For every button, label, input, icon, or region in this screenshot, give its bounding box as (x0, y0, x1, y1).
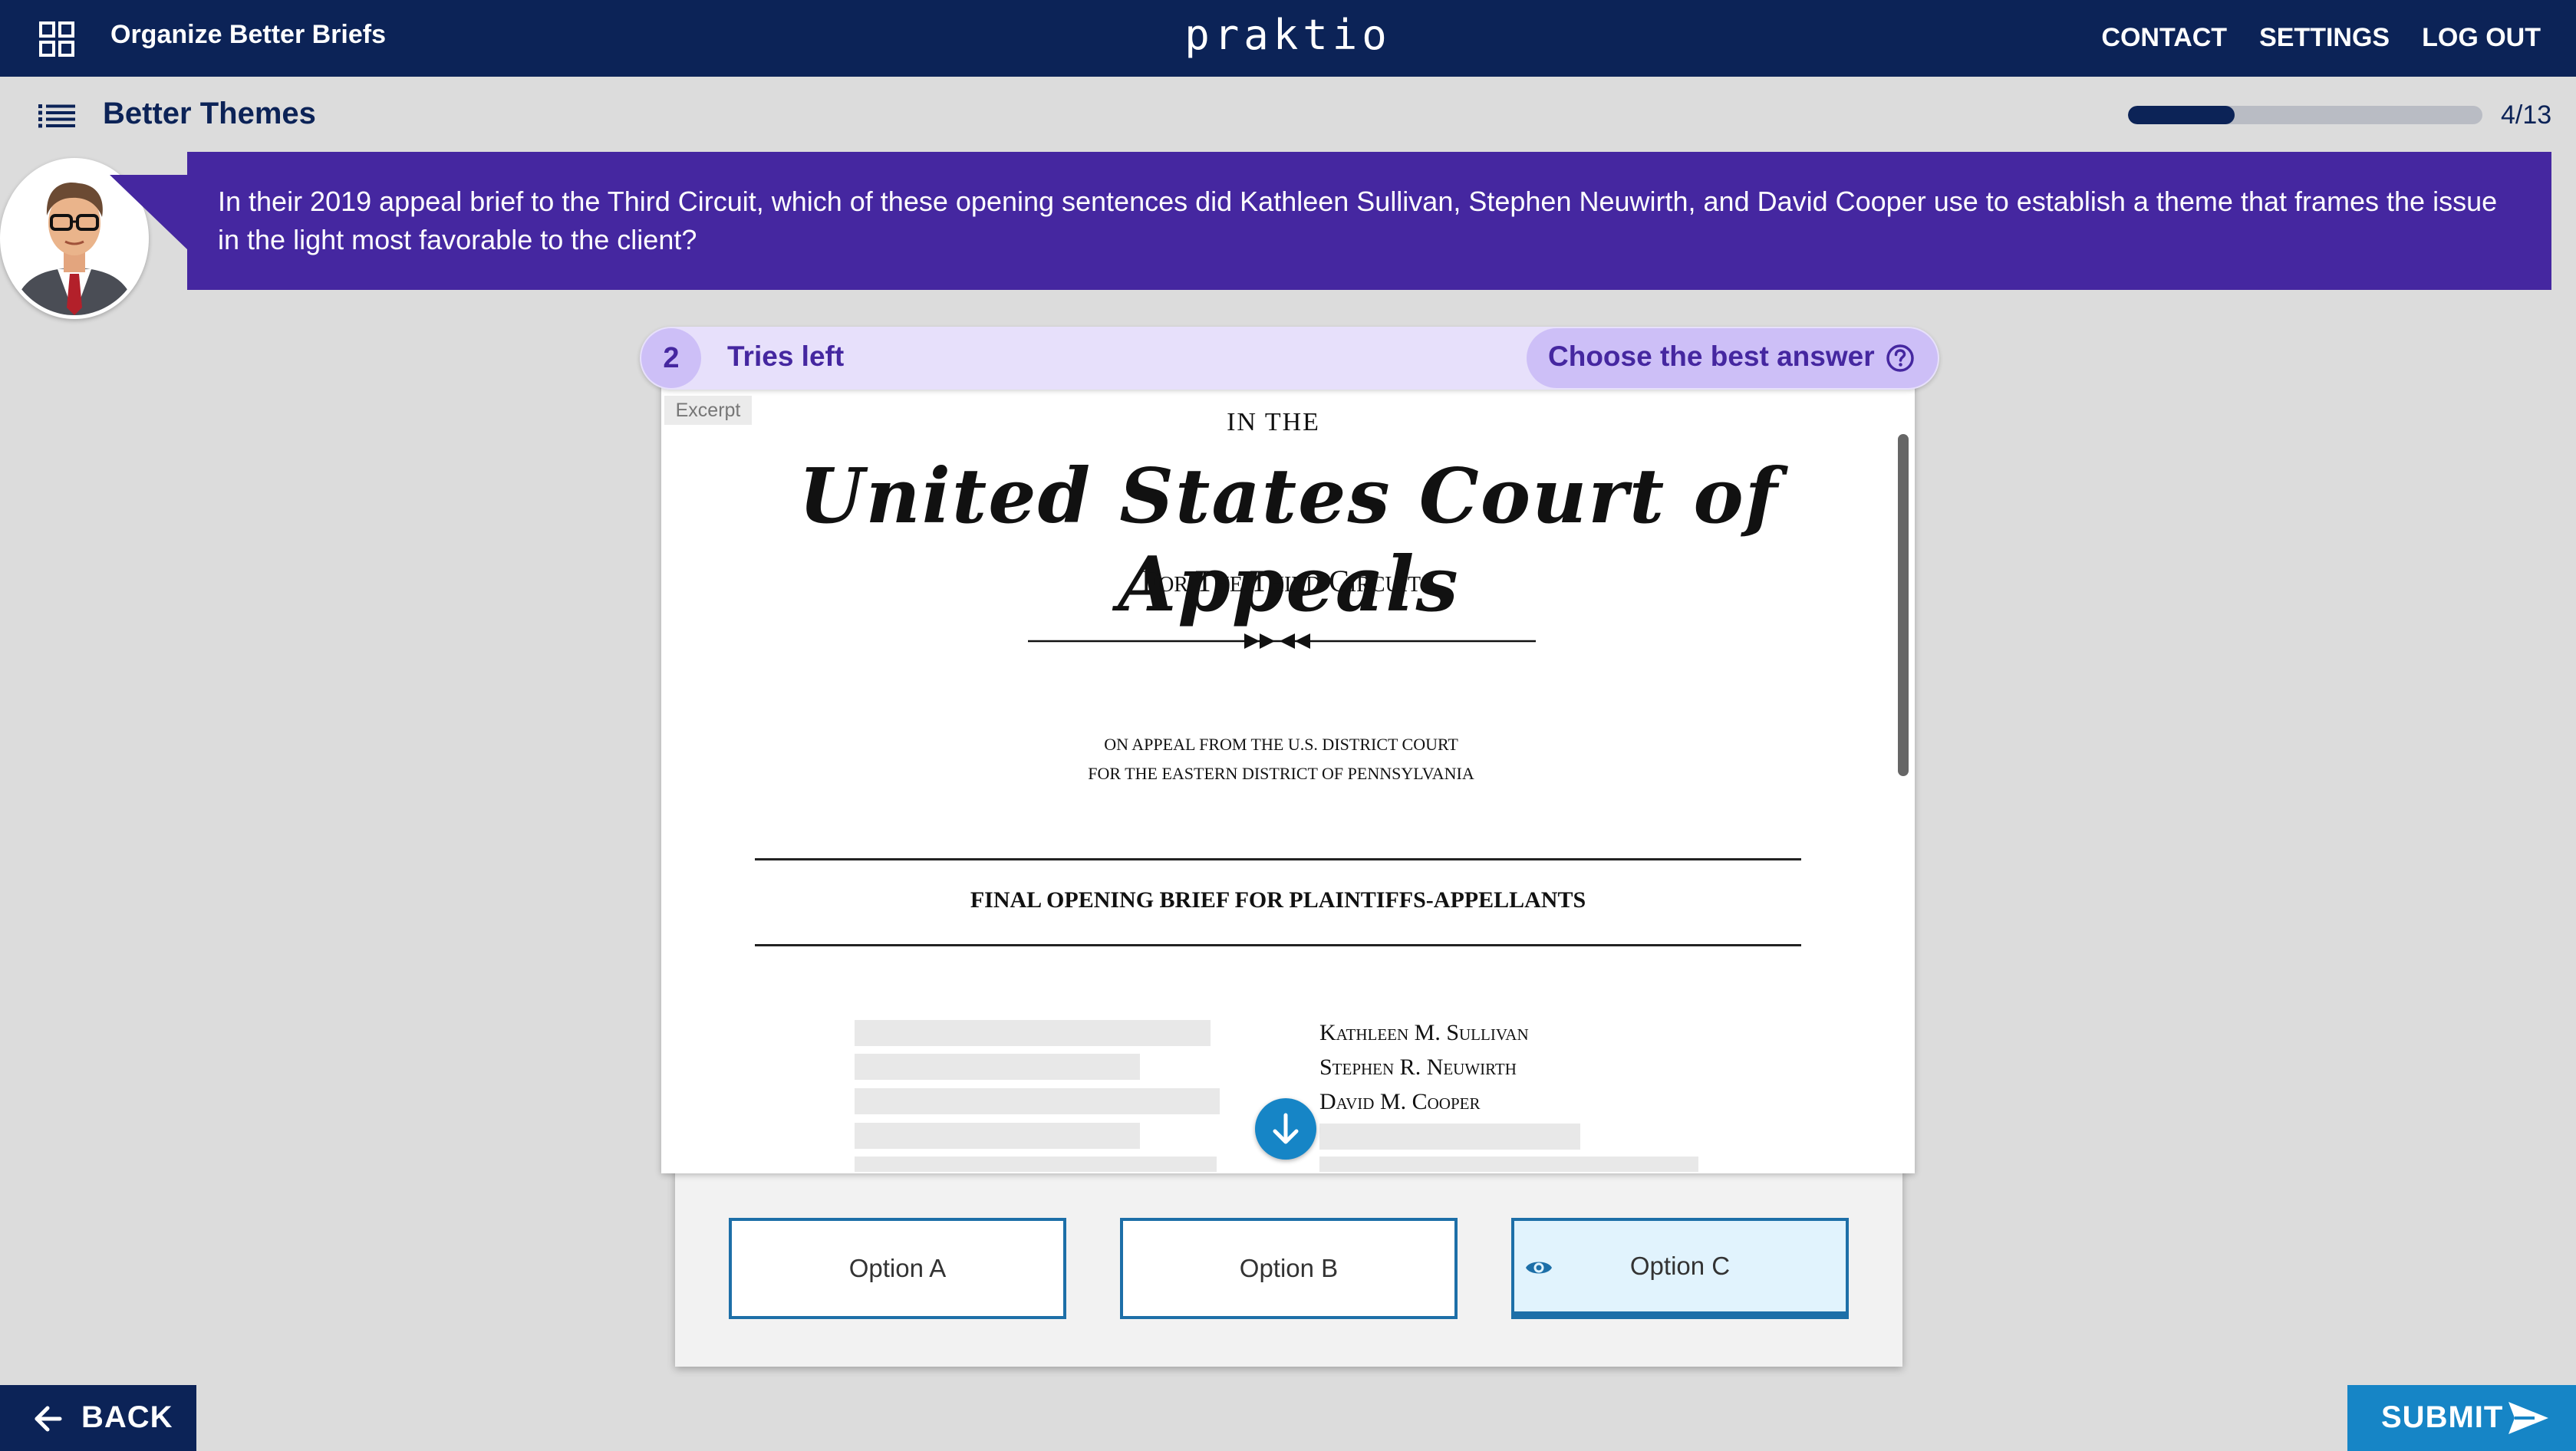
doc-counsel-1: Kathleen M. Sullivan (1319, 1020, 1529, 1045)
option-c-button[interactable]: Option C (1511, 1218, 1849, 1319)
arrow-left-icon (35, 1406, 62, 1432)
arrow-down-icon (1273, 1113, 1299, 1144)
instruction-label: Choose the best answer (1548, 341, 1875, 372)
progress-count: 4/13 (2501, 100, 2552, 130)
help-icon[interactable] (1886, 344, 1915, 373)
doc-in-the: IN THE (1227, 408, 1320, 436)
doc-counsel-2: Stephen R. Neuwirth (1319, 1055, 1517, 1080)
list-menu-icon[interactable] (38, 104, 75, 128)
eye-icon (1526, 1262, 1552, 1274)
redacted-line (855, 1088, 1220, 1114)
document-scrollbar[interactable] (1898, 434, 1909, 776)
option-a-button[interactable]: Option A (729, 1218, 1066, 1319)
submit-button-label: SUBMIT (2381, 1400, 2504, 1434)
redacted-line (1319, 1124, 1580, 1150)
redacted-line (1319, 1157, 1698, 1172)
question-text: In their 2019 appeal brief to the Third … (187, 152, 2551, 290)
redacted-line (855, 1157, 1217, 1172)
back-button-label: BACK (81, 1400, 173, 1434)
scroll-down-button[interactable] (1255, 1098, 1316, 1160)
top-bar: Organize Better Briefs praktio CONTACT S… (0, 0, 2576, 77)
speech-bubble-tail (110, 175, 189, 252)
redacted-line (855, 1123, 1140, 1149)
nav-settings[interactable]: SETTINGS (2259, 23, 2390, 53)
top-nav: CONTACT SETTINGS LOG OUT (2101, 23, 2541, 53)
doc-court-title: United States Court of Appeals (799, 452, 1779, 629)
progress-bar (2128, 106, 2482, 124)
doc-counsel-3: David M. Cooper (1319, 1089, 1481, 1114)
app-title: Organize Better Briefs (110, 20, 386, 49)
tries-count: 2 (641, 328, 701, 388)
redacted-line (855, 1020, 1211, 1046)
doc-appeal-line-1: ON APPEAL FROM THE U.S. DISTRICT COURT (1104, 735, 1458, 754)
doc-brief-title: FINAL OPENING BRIEF FOR PLAINTIFFS-APPEL… (970, 887, 1586, 913)
back-button[interactable]: BACK (0, 1385, 196, 1451)
submit-button[interactable]: SUBMIT (2347, 1385, 2576, 1451)
doc-rule-top (755, 858, 1801, 860)
ornament-divider (1028, 633, 1536, 649)
doc-appeal-line-2: FOR THE EASTERN DISTRICT OF PENNSYLVANIA (1088, 764, 1474, 783)
doc-circuit: For The Third Circuit (1141, 564, 1421, 598)
lesson-title: Better Themes (103, 97, 316, 130)
doc-rule-bottom (755, 944, 1801, 946)
app-grid-icon[interactable] (38, 21, 75, 58)
tries-label: Tries left (727, 341, 845, 372)
progress-bar-fill (2128, 106, 2235, 124)
nav-log-out[interactable]: LOG OUT (2422, 23, 2541, 53)
excerpt-tag: Excerpt (664, 396, 752, 425)
redacted-line (855, 1054, 1140, 1080)
send-icon (2508, 1402, 2548, 1434)
nav-contact[interactable]: CONTACT (2101, 23, 2227, 53)
option-b-button[interactable]: Option B (1120, 1218, 1458, 1319)
